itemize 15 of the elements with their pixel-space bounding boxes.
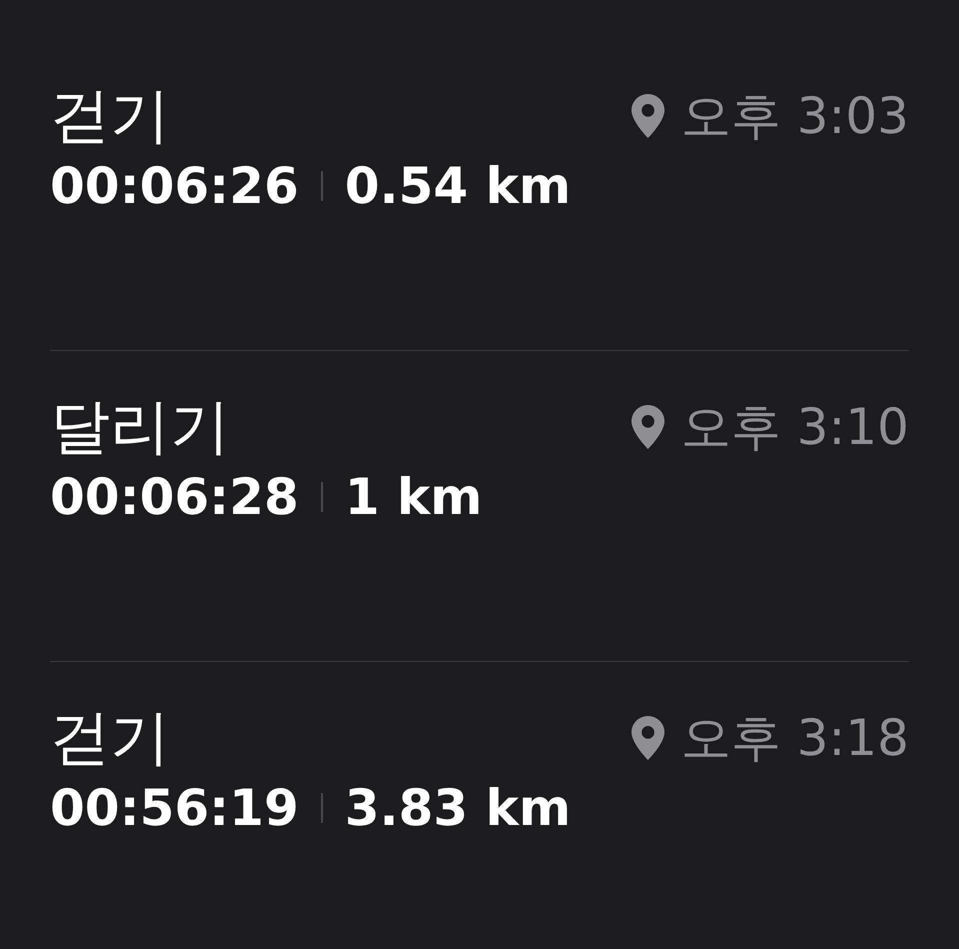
location-pin-icon <box>630 94 665 138</box>
location-pin-icon <box>630 716 665 760</box>
start-time: 오후 3:18 <box>680 708 909 768</box>
distance: 0.54 km <box>344 156 571 216</box>
start-time: 오후 3:03 <box>680 86 909 146</box>
distance: 1 km <box>344 467 482 527</box>
duration: 00:06:26 <box>50 156 299 216</box>
activity-title: 달리기 <box>50 391 230 463</box>
duration: 00:06:28 <box>50 467 299 527</box>
distance: 3.83 km <box>344 778 571 838</box>
activity-title: 걷기 <box>50 702 170 774</box>
activity-title: 걷기 <box>50 80 170 152</box>
location-pin-icon <box>630 405 665 449</box>
duration: 00:56:19 <box>50 778 299 838</box>
start-time: 오후 3:10 <box>680 397 909 457</box>
